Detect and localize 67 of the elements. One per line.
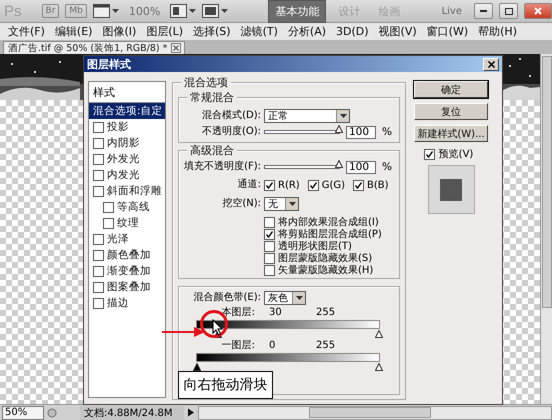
checkbox-label: G(G) <box>322 180 346 190</box>
style-list-item[interactable]: 投影 <box>89 119 165 135</box>
zoom-field[interactable]: 50% <box>2 406 44 420</box>
blend-if-select[interactable]: 灰色 <box>264 291 306 305</box>
callout-note: 向右拖动滑块 <box>178 371 273 399</box>
document-info: 文档:4.88M/24.8M <box>80 406 184 420</box>
group-title: 常规混合 <box>187 90 237 105</box>
dialog-button[interactable]: 复位 <box>414 103 488 120</box>
style-list-item[interactable]: 等高线 <box>89 199 165 215</box>
live-button[interactable]: Live <box>442 6 462 16</box>
checkbox-label: B(B) <box>367 180 389 190</box>
menu-item[interactable]: 分析(A) <box>282 24 332 39</box>
list-header: 样式 <box>93 84 115 100</box>
style-list-item[interactable]: 内发光 <box>89 167 165 183</box>
style-list-item[interactable]: 描边 <box>89 295 165 311</box>
menu-item[interactable]: 视图(V) <box>374 24 422 39</box>
menu-item[interactable]: 帮助(H) <box>473 24 522 39</box>
unit-label: % <box>382 126 392 138</box>
app-logo: Ps <box>4 2 22 20</box>
style-list-item[interactable]: 颜色叠加 <box>89 247 165 263</box>
checkbox-label: 矢量蒙版隐藏效果(H) <box>278 264 374 276</box>
checkbox-label: 图层蒙版隐藏效果(S) <box>278 252 372 264</box>
style-list-item[interactable]: 渐变叠加 <box>89 263 165 279</box>
menu-item[interactable]: 编辑(E) <box>50 24 98 39</box>
checkbox-label: 将剪贴图层混合成组(P) <box>278 228 382 240</box>
checkbox-label: 透明形状图层(T) <box>278 240 352 252</box>
group-title: 混合选项 <box>181 75 231 90</box>
field-label: 填充不透明度(F): <box>183 161 261 173</box>
menu-item[interactable]: 图像(I) <box>97 24 142 39</box>
dialog-title: 图层样式 <box>87 56 131 72</box>
band-label: 本图层: <box>220 307 255 319</box>
field-label: 挖空(N): <box>221 198 261 210</box>
fill-opacity-field[interactable]: 100 <box>346 160 376 174</box>
field-label: 不透明度(O): <box>200 126 261 138</box>
blend-mode-select[interactable]: 正常 <box>264 108 350 122</box>
menu-item[interactable]: 选择(S) <box>188 24 236 39</box>
unit-label: % <box>382 161 392 173</box>
band-value: 255 <box>316 340 336 352</box>
style-list-item[interactable]: 混合选项:自定 <box>89 103 165 119</box>
field-label: 通道: <box>236 179 261 191</box>
menu-item[interactable]: 3D(D) <box>331 25 374 38</box>
style-list-item[interactable]: 光泽 <box>89 231 165 247</box>
style-list-item[interactable]: 外发光 <box>89 151 165 167</box>
band-value: 255 <box>316 307 336 319</box>
group-title: 高级混合 <box>187 143 237 158</box>
band-value: 0 <box>269 340 276 351</box>
document-tab[interactable]: 酒广告.tif @ 50% (装饰1, RGB/8) * <box>3 41 186 54</box>
style-list-item[interactable]: 内阴影 <box>89 135 165 151</box>
menu-item[interactable]: 窗口(W) <box>422 24 474 39</box>
checkbox-label: 预览(V) <box>438 149 474 160</box>
style-list-item[interactable]: 纹理 <box>89 215 165 231</box>
style-list-item[interactable]: 斜面和浮雕 <box>89 183 165 199</box>
knockout-select[interactable]: 无 <box>264 197 299 211</box>
band-value: 30 <box>269 307 282 318</box>
menu-item[interactable]: 滤镜(T) <box>236 24 283 39</box>
field-label: 混合模式(D): <box>201 110 261 122</box>
workspace-button[interactable]: 基本功能 <box>268 0 326 22</box>
menu-item[interactable]: 文件(F) <box>3 24 50 39</box>
opacity-field[interactable]: 100 <box>346 126 376 138</box>
dialog-button[interactable]: 新建样式(W)... <box>414 125 488 142</box>
dialog-button[interactable]: 确定 <box>414 81 488 98</box>
style-list-item[interactable]: 图案叠加 <box>89 279 165 295</box>
menu-item[interactable]: 图层(L) <box>141 24 188 39</box>
checkbox-label: R(R) <box>278 180 300 190</box>
field-label: 混合颜色带(E): <box>192 292 261 304</box>
band-label: 一图层: <box>220 340 255 352</box>
checkbox-label: 将内部效果混合成组(I) <box>278 216 379 228</box>
